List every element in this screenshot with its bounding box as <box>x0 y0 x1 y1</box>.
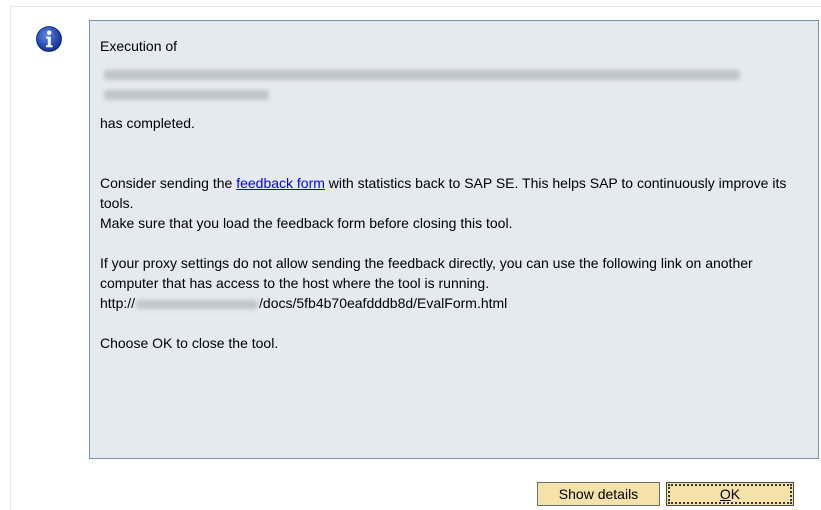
dialog-top-border <box>10 6 821 7</box>
message-panel: Execution of has completed. Consider sen… <box>89 20 819 459</box>
show-details-button[interactable]: Show details <box>537 482 660 506</box>
completed-text: has completed. <box>100 115 195 131</box>
info-icon <box>36 26 62 52</box>
close-note-text: Choose OK to close the tool. <box>100 335 279 351</box>
proxy-note-text: If your proxy settings do not allow send… <box>100 255 753 291</box>
feedback-paragraph: Consider sending the feedback form with … <box>100 173 806 213</box>
ok-label-rest: K <box>730 486 741 502</box>
feedback-form-link[interactable]: feedback form <box>236 175 325 191</box>
ok-mnemonic: O <box>719 486 731 502</box>
load-note-text: Make sure that you load the feedback for… <box>100 215 513 231</box>
redacted-host <box>136 299 259 309</box>
url-suffix: /docs/5fb4b70eafdddb8d/EvalForm.html <box>259 295 508 311</box>
url-prefix: http:// <box>100 295 136 311</box>
feedback-url: http:// /docs/5fb4b70eafdddb8d/EvalForm.h… <box>100 293 806 313</box>
ok-button[interactable]: OK <box>666 482 794 506</box>
redacted-procedure-name <box>100 64 806 104</box>
execution-of-text: Execution of <box>100 38 178 54</box>
feedback-prefix: Consider sending the <box>100 175 237 191</box>
dialog-left-border <box>10 6 11 510</box>
